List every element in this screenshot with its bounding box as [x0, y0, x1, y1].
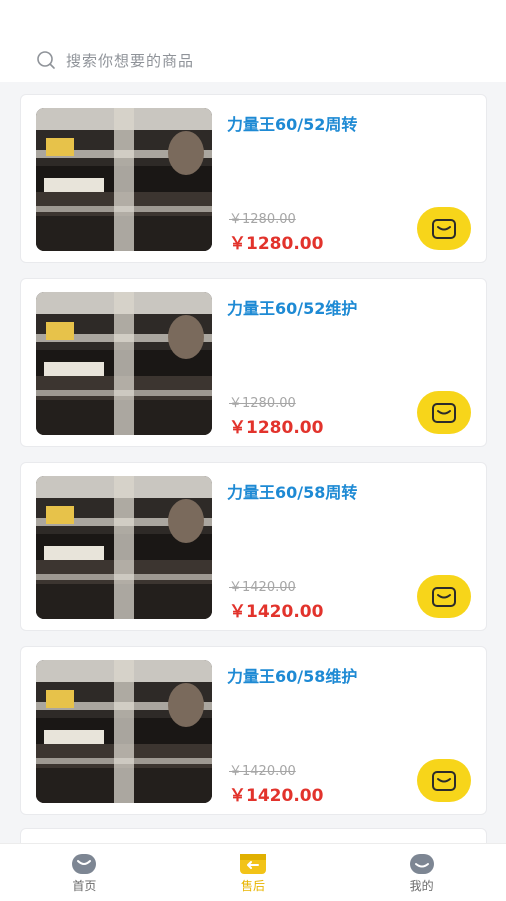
- original-price: ￥1420.00: [229, 580, 296, 595]
- message-icon: [432, 402, 456, 423]
- original-price: ￥1420.00: [229, 764, 296, 779]
- top-bar: 搜索你想要的商品: [0, 0, 506, 82]
- sale-price: ￥1280.00: [229, 234, 324, 254]
- original-price: ￥1280.00: [229, 212, 296, 227]
- sale-price: ￥1280.00: [229, 418, 324, 438]
- product-title[interactable]: 力量王60/58周转: [227, 479, 357, 503]
- original-price: ￥1280.00: [229, 396, 296, 411]
- product-card[interactable]: 力量王60/52周转 ￥1280.00 ￥1280.00: [20, 94, 487, 263]
- buy-button[interactable]: [417, 207, 471, 250]
- product-list: 力量王60/52周转 ￥1280.00 ￥1280.00 力量王60/52维护 …: [20, 94, 487, 830]
- product-card[interactable]: 力量王60/52维护 ￥1280.00 ￥1280.00: [20, 278, 487, 447]
- product-card[interactable]: 力量王60/58维护 ￥1420.00 ￥1420.00: [20, 646, 487, 815]
- after-sale-icon: [240, 854, 266, 874]
- search-input[interactable]: 搜索你想要的商品: [66, 50, 194, 71]
- buy-button[interactable]: [417, 759, 471, 802]
- product-card[interactable]: 力量王60/58周转 ￥1420.00 ￥1420.00: [20, 462, 487, 631]
- profile-icon: [409, 854, 434, 874]
- message-icon: [432, 770, 456, 791]
- product-image: [36, 108, 212, 251]
- message-icon: [432, 218, 456, 239]
- tab-home[interactable]: 首页: [0, 844, 169, 901]
- home-icon: [72, 854, 97, 874]
- product-title[interactable]: 力量王60/58维护: [227, 663, 357, 687]
- message-icon: [432, 586, 456, 607]
- product-image: [36, 660, 212, 803]
- tab-after-sale[interactable]: 售后: [169, 844, 338, 901]
- tab-profile-label: 我的: [409, 879, 434, 893]
- search-bar[interactable]: 搜索你想要的商品: [36, 48, 194, 72]
- buy-button[interactable]: [417, 391, 471, 434]
- buy-button[interactable]: [417, 575, 471, 618]
- sale-price: ￥1420.00: [229, 602, 324, 622]
- product-title[interactable]: 力量王60/52周转: [227, 111, 357, 135]
- product-image: [36, 292, 212, 435]
- product-title[interactable]: 力量王60/52维护: [227, 295, 357, 319]
- tab-home-label: 首页: [72, 879, 97, 893]
- tab-after-sale-label: 售后: [241, 879, 266, 893]
- sale-price: ￥1420.00: [229, 786, 324, 806]
- bottom-tab-bar: 首页 售后 我的: [0, 843, 506, 901]
- search-icon: [37, 51, 55, 69]
- product-image: [36, 476, 212, 619]
- tab-profile[interactable]: 我的: [337, 844, 506, 901]
